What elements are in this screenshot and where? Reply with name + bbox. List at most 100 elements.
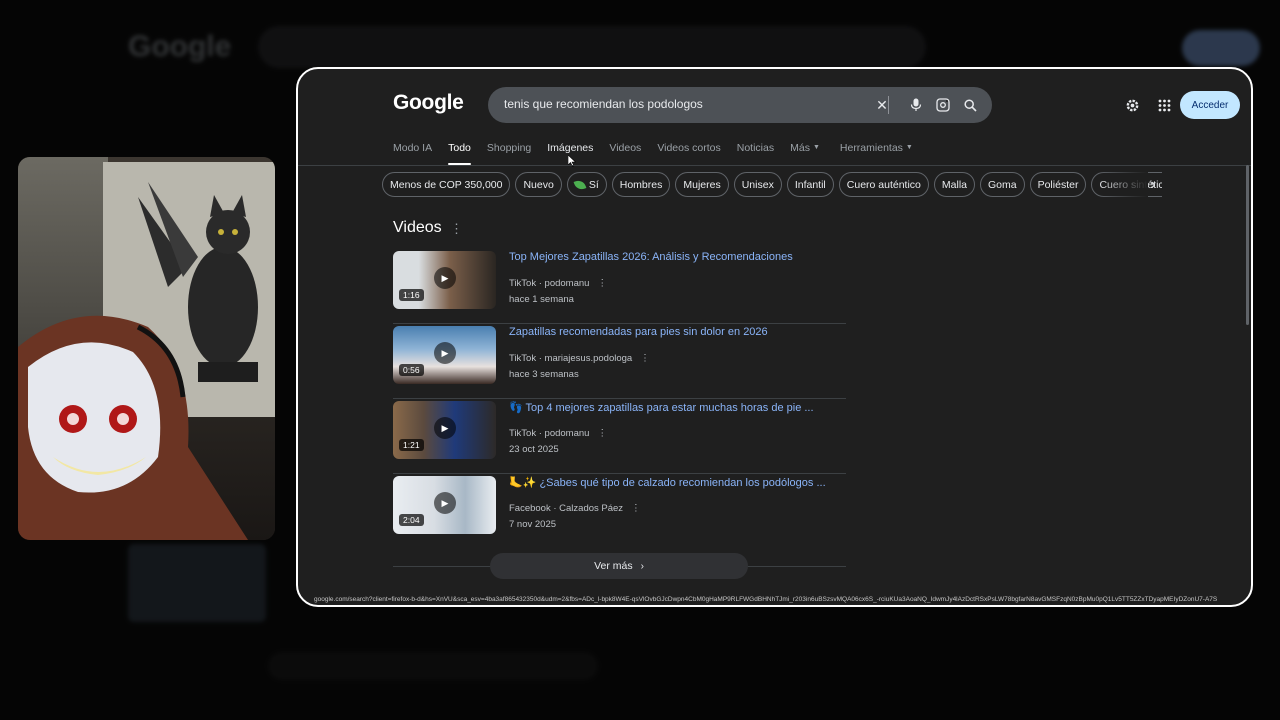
video-thumbnail[interactable]: ▶ 0:56 [393,326,496,384]
apps-grid-icon[interactable] [1154,95,1174,115]
search-box[interactable]: tenis que recomiendan los podologos ✕ [488,87,992,123]
more-vert-icon[interactable]: ⋮ [631,503,641,514]
tab-noticias[interactable]: Noticias [737,141,774,165]
video-source: TikTok · podomanu ⋮ [509,428,607,439]
tab-herramientas[interactable]: Herramientas ▼ [840,141,913,165]
leaf-icon [573,178,587,191]
close-icon[interactable]: ✕ [872,95,892,115]
chip-hombres[interactable]: Hombres [611,172,671,197]
tab-label: Videos cortos [657,142,721,154]
video-source: TikTok · mariajesus.podologa ⋮ [509,353,650,364]
google-logo[interactable]: Google [393,91,464,115]
chip-label: Poliéster [1037,178,1079,191]
chip-malla[interactable]: Malla [933,172,975,197]
tab-todo[interactable]: Todo [448,141,471,165]
video-item[interactable]: ▶ 2:04 🦶✨ ¿Sabes qué tipo de calzado rec… [393,474,846,549]
video-item[interactable]: ▶ 0:56 Zapatillas recomendadas para pies… [393,324,846,399]
video-source-text: TikTok · mariajesus.podologa [509,353,633,364]
chip-unisex[interactable]: Unisex [733,172,782,197]
video-title-link[interactable]: 🦶✨ ¿Sabes qué tipo de calzado recomienda… [509,476,826,489]
more-vert-icon[interactable]: ⋮ [597,428,607,439]
more-vert-icon[interactable]: ⋮ [597,278,607,289]
tab-label: Noticias [736,142,775,154]
chip-label: Hombres [619,178,663,191]
chip-poliester[interactable]: Poliéster [1029,172,1087,197]
chips-fade [1098,172,1148,198]
video-title-link[interactable]: Zapatillas recomendadas para pies sin do… [509,326,768,338]
video-thumbnail[interactable]: ▶ 1:21 [393,401,496,459]
chip-label: Goma [988,178,1017,191]
ver-mas-label: Ver más [594,560,633,572]
play-icon: ▶ [434,267,456,289]
chip-price[interactable]: Menos de COP 350,000 [382,172,511,197]
chip-label: Menos de COP 350,000 [390,178,503,191]
signin-button[interactable]: Acceder [1180,91,1240,119]
video-duration: 1:16 [399,289,424,301]
caret-down-icon: ▼ [905,144,913,152]
tab-shopping[interactable]: Shopping [487,141,531,165]
browser-panel: Google tenis que recomiendan los podolog… [296,67,1253,607]
video-date: 23 oct 2025 [509,444,559,455]
tab-modo-ia[interactable]: Modo IA [393,141,432,165]
video-title-link[interactable]: Top Mejores Zapatillas 2026: Análisis y … [509,251,793,263]
video-title-link[interactable]: 👣 Top 4 mejores zapatillas para estar mu… [509,401,814,414]
lens-icon[interactable] [933,95,953,115]
video-item[interactable]: ▶ 1:16 Top Mejores Zapatillas 2026: Anál… [393,249,846,324]
video-item[interactable]: ▶ 1:21 👣 Top 4 mejores zapatillas para e… [393,399,846,474]
video-thumbnail[interactable]: ▶ 2:04 [393,476,496,534]
video-source-text: TikTok · podomanu [509,428,590,439]
play-icon: ▶ [434,492,456,514]
tab-mas[interactable]: Más ▼ [790,141,820,165]
chip-infantil[interactable]: Infantil [786,172,834,197]
chip-label: Nuevo [523,178,554,191]
mic-icon[interactable] [906,95,926,115]
gear-icon[interactable] [1122,95,1142,115]
video-source-text: Facebook · Calzados Páez [509,503,624,514]
tab-label: Todo [448,142,471,154]
chevron-right-icon: › [640,560,644,572]
scrollbar[interactable] [1246,165,1249,325]
video-source-text: TikTok · podomanu [509,278,590,289]
caret-down-icon: ▼ [812,144,820,152]
chip-nuevo[interactable]: Nuevo [515,172,562,197]
filter-chips: Menos de COP 350,000 Nuevo Sí Hombres Mu… [382,172,1162,198]
video-source: Facebook · Calzados Páez ⋮ [509,503,641,514]
webcam-overlay [18,157,275,540]
chip-label: Infantil [794,178,826,191]
tab-label: Videos [609,142,642,154]
video-duration: 1:21 [399,439,424,451]
search-tabs: Modo IA Todo Shopping Imágenes Videos Vi… [393,141,929,165]
search-input[interactable]: tenis que recomiendan los podologos [504,97,703,111]
chip-mujeres[interactable]: Mujeres [675,172,729,197]
more-vert-icon[interactable]: ⋮ [450,221,463,237]
tab-label: Imágenes [547,142,594,154]
search-icon[interactable] [960,95,980,115]
chip-label: Unisex [741,178,774,191]
video-date: hace 1 semana [509,294,574,305]
play-icon: ▶ [434,417,456,439]
video-duration: 0:56 [399,364,424,376]
play-icon: ▶ [434,342,456,364]
chevron-right-icon[interactable]: › [1144,173,1162,197]
status-url: google.com/search?client=firefox-b-d&hs=… [314,596,1218,603]
tab-label: Shopping [486,142,532,154]
video-date: hace 3 semanas [509,369,579,380]
ver-mas-button[interactable]: Ver más › [490,553,748,579]
video-thumbnail[interactable]: ▶ 1:16 [393,251,496,309]
streamer-person-image [18,315,248,540]
search-divider [888,96,889,114]
tab-videos[interactable]: Videos [609,141,641,165]
chip-cuero-autentico[interactable]: Cuero auténtico [838,172,929,197]
tab-label: Herramientas [839,142,903,154]
chip-label: Mujeres [683,178,721,191]
tab-label: Más [790,142,810,154]
tab-label: Modo IA [393,142,433,154]
tabs-divider [298,165,1251,166]
tab-videos-cortos[interactable]: Videos cortos [657,141,720,165]
more-vert-icon[interactable]: ⋮ [640,353,650,364]
chip-si[interactable]: Sí [566,172,607,197]
video-date: 7 nov 2025 [509,519,557,530]
video-list: ▶ 1:16 Top Mejores Zapatillas 2026: Anál… [393,249,846,549]
chip-goma[interactable]: Goma [980,172,1025,197]
chip-label: Cuero auténtico [846,178,921,191]
